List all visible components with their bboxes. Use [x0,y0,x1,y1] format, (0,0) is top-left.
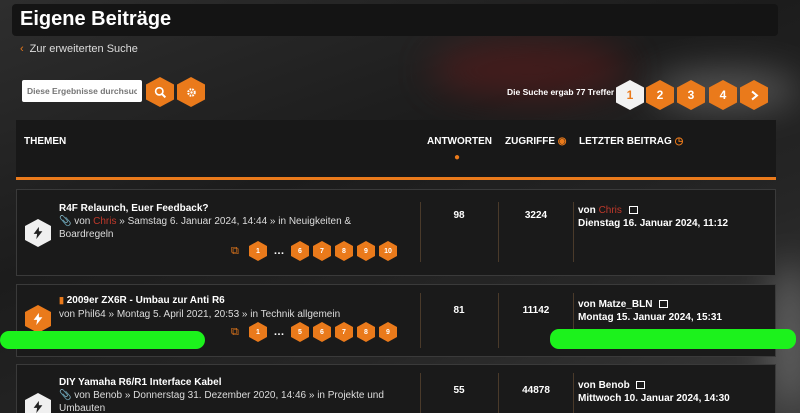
last-post-author-link[interactable]: Chris [599,205,622,216]
topic-page-button[interactable]: 1 [249,241,267,261]
topic-author-link[interactable]: Chris [93,216,116,227]
pages-icon: ⧉ [231,325,239,338]
topic-date-location: » Montag 5. April 2021, 20:53 » in Techn… [108,309,341,320]
table-header: THEMEN ANTWORTEN ● ZUGRIFFE ◉ LETZTER BE… [16,120,776,180]
topic-views: 11142 [522,305,550,316]
lightning-icon [33,400,43,413]
topic-author-link[interactable]: Phil64 [78,309,106,320]
lightning-icon [33,226,43,240]
attachment-icon: 📎 [59,216,72,227]
topic-title-link[interactable]: R4F Relaunch, Euer Feedback? [59,203,209,214]
comments-icon: ● [454,152,461,163]
chevron-left-icon: ‹ [20,43,24,55]
last-post-author-link[interactable]: Benob [599,380,630,391]
topic-page-button[interactable]: 10 [379,241,397,261]
header-topics[interactable]: THEMEN [24,136,66,147]
topic-replies: 55 [453,385,465,396]
page-title: Eigene Beiträge [20,8,172,30]
search-input[interactable] [22,80,142,102]
eye-icon: ◉ [557,136,567,147]
lightning-icon [33,312,43,326]
search-icon [154,86,166,98]
topic-title-link[interactable]: ▮ 2009er ZX6R - Umbau zur Anti R6 [59,295,225,306]
title-bar: Eigene Beiträge [12,4,778,36]
topic-page-button[interactable]: 1 [249,322,267,342]
topic-row: R4F Relaunch, Euer Feedback? 📎 von Chris… [16,189,776,276]
topic-status-icon [25,305,51,333]
highlight-mark [550,329,796,349]
topic-status-icon [25,219,51,247]
last-post: von Matze_BLN Montag 15. Januar 2024, 15… [578,299,722,323]
last-post: von Chris Dienstag 16. Januar 2024, 11:1… [578,205,729,229]
file-icon: ▮ [59,295,64,305]
topic-pagination: ⧉ 1 … 5 6 7 8 9 [231,322,397,342]
topic-replies: 98 [453,210,465,221]
topic-pagination: ⧉ 1 … 6 7 8 9 10 [231,241,397,261]
highlight-mark [0,331,205,349]
advanced-options-button[interactable] [177,77,205,107]
divider [498,202,499,262]
gear-icon [186,87,196,97]
search-button[interactable] [146,77,174,107]
advanced-search-link[interactable]: ‹ Zur erweiterten Suche [20,43,138,55]
topic-page-button[interactable]: 5 [291,322,309,342]
topic-row: DIY Yamaha R6/R1 Interface Kabel 📎 von B… [16,364,776,413]
last-post-date: Mittwoch 10. Januar 2024, 14:30 [578,393,730,404]
topic-replies: 81 [453,305,465,316]
topic-status-icon [25,393,51,413]
last-post-author-link[interactable]: Matze_BLN [599,299,653,310]
search-result-count: Die Suche ergab 77 Treffer [507,87,615,97]
header-views[interactable]: ZUGRIFFE ◉ [505,136,567,147]
topic-title-link[interactable]: DIY Yamaha R6/R1 Interface Kabel [59,377,222,388]
topic-page-button[interactable]: 6 [291,241,309,261]
divider [420,202,421,262]
divider [498,293,499,348]
jump-to-post-icon[interactable] [628,206,638,215]
topic-page-button[interactable]: 7 [313,241,331,261]
pages-icon: ⧉ [231,244,239,257]
topic-page-button[interactable]: 6 [313,322,331,342]
divider [573,373,574,413]
topic-author-link[interactable]: Benob [93,390,122,401]
topic-page-button[interactable]: 8 [357,322,375,342]
last-post-date: Montag 15. Januar 2024, 15:31 [578,312,722,323]
divider [420,293,421,348]
divider [420,373,421,413]
last-post: von Benob Mittwoch 10. Januar 2024, 14:3… [578,380,730,404]
divider [573,202,574,262]
attachment-icon: 📎 [59,390,72,401]
topic-views: 44878 [522,385,550,396]
header-last-post[interactable]: LETZTER BEITRAG ◷ [579,136,683,147]
topic-views: 3224 [524,210,548,221]
clock-icon: ◷ [674,136,684,147]
topic-page-button[interactable]: 9 [357,241,375,261]
jump-to-post-icon[interactable] [659,300,669,309]
jump-to-post-icon[interactable] [636,381,646,390]
topic-page-button[interactable]: 9 [379,322,397,342]
topic-page-button[interactable]: 8 [335,241,353,261]
chevron-right-icon [750,90,759,100]
page-1-button[interactable]: 1 [616,80,644,110]
topic-page-button[interactable]: 7 [335,322,353,342]
topic-meta: von Phil64 » Montag 5. April 2021, 20:53… [59,309,341,320]
divider [498,373,499,413]
advanced-search-label: Zur erweiterten Suche [29,43,138,55]
header-replies[interactable]: ANTWORTEN [427,136,492,147]
topic-meta: 📎 von Chris » Samstag 6. Januar 2024, 14… [59,216,352,240]
topic-meta: 📎 von Benob » Donnerstag 31. Dezember 20… [59,390,384,413]
last-post-date: Dienstag 16. Januar 2024, 11:12 [578,218,729,229]
